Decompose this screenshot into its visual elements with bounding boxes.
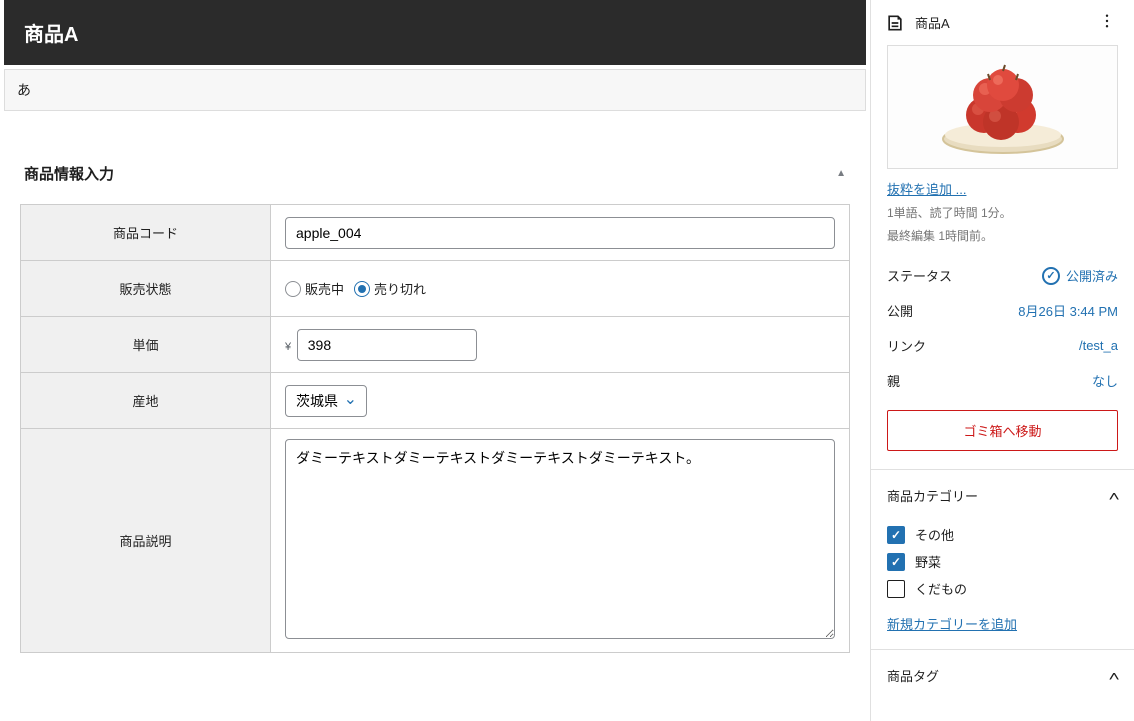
value-permalink[interactable]: /test_a: [1079, 338, 1118, 353]
value-publish-date[interactable]: 8月26日 3:44 PM: [1018, 301, 1118, 320]
more-options-icon[interactable]: [1094, 12, 1120, 33]
radio-soldout[interactable]: [354, 281, 370, 297]
origin-select[interactable]: 茨城県: [285, 385, 367, 417]
field-label-origin: 産地: [21, 373, 271, 429]
post-content-block[interactable]: あ: [4, 69, 866, 111]
category-checkbox[interactable]: [887, 553, 905, 571]
categories-heading: 商品カテゴリー: [887, 486, 978, 505]
category-item[interactable]: 野菜: [887, 548, 1118, 575]
add-excerpt-link[interactable]: 抜粋を追加: [887, 182, 966, 197]
category-checkbox[interactable]: [887, 526, 905, 544]
accordion-header-tags[interactable]: 商品タグ ˄: [871, 650, 1134, 701]
category-checkbox[interactable]: [887, 580, 905, 598]
tags-heading: 商品タグ: [887, 666, 939, 685]
product-info-panel: 商品情報入力 ▲ 商品コード 販売状態 販売中: [4, 151, 866, 669]
last-edit-text: 最終編集 1時間前。: [887, 227, 1118, 244]
published-check-icon: [1042, 267, 1060, 285]
category-label: その他: [915, 525, 954, 544]
document-icon: [885, 13, 905, 33]
category-item[interactable]: くだもの: [887, 575, 1118, 602]
value-parent[interactable]: なし: [1092, 371, 1118, 390]
label-publish: 公開: [887, 301, 913, 320]
radio-soldout-label[interactable]: 売り切れ: [354, 279, 426, 298]
panel-title: 商品情報入力: [24, 163, 114, 184]
label-status: ステータス: [887, 266, 952, 285]
product-code-input[interactable]: [285, 217, 835, 249]
radio-soldout-text: 売り切れ: [374, 279, 426, 298]
read-time-text: 1単語、読了時間 1分。: [887, 204, 1118, 221]
category-label: くだもの: [915, 579, 967, 598]
move-to-trash-button[interactable]: ゴミ箱へ移動: [887, 410, 1118, 451]
radio-onsale[interactable]: [285, 281, 301, 297]
radio-onsale-label[interactable]: 販売中: [285, 279, 344, 298]
radio-onsale-text: 販売中: [305, 279, 344, 298]
chevron-up-icon: ˄: [1108, 668, 1119, 684]
label-permalink: リンク: [887, 336, 926, 355]
label-parent: 親: [887, 371, 900, 390]
chevron-up-icon: ˄: [1108, 488, 1119, 504]
description-textarea[interactable]: [285, 439, 835, 639]
post-title-block[interactable]: 商品A: [4, 0, 866, 65]
value-status[interactable]: 公開済み: [1042, 266, 1118, 285]
category-item[interactable]: その他: [887, 521, 1118, 548]
sidebar-doc-title: 商品A: [915, 13, 1084, 32]
field-label-description: 商品説明: [21, 429, 271, 653]
category-label: 野菜: [915, 552, 941, 571]
field-label-status: 販売状態: [21, 261, 271, 317]
field-label-price: 単価: [21, 317, 271, 373]
settings-sidebar: 商品A 抜粋を追加 1単語、読了時間 1分。 最終編集 1: [870, 0, 1134, 721]
currency-symbol: ¥: [285, 341, 291, 353]
accordion-header-categories[interactable]: 商品カテゴリー ˄: [871, 470, 1134, 521]
add-category-link[interactable]: 新規カテゴリーを追加: [887, 614, 1017, 633]
featured-image-thumbnail[interactable]: [887, 45, 1118, 169]
price-input[interactable]: [297, 329, 477, 361]
panel-collapse-icon[interactable]: ▲: [836, 168, 846, 179]
field-label-code: 商品コード: [21, 205, 271, 261]
